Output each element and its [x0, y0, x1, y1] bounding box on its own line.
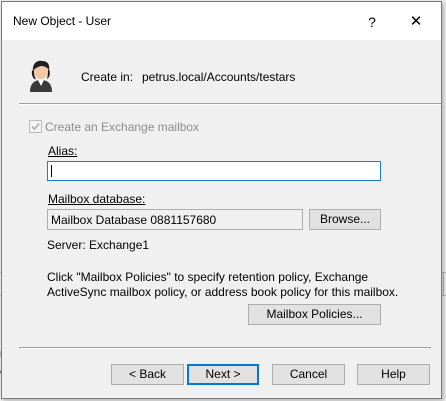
- title-help-button[interactable]: ?: [357, 11, 387, 33]
- checkmark-icon: [31, 123, 40, 131]
- background-divider: [443, 272, 444, 296]
- checkbox-box[interactable]: [29, 120, 42, 133]
- policy-info-line2: ActiveSync mailbox policy, or address bo…: [47, 285, 399, 299]
- cancel-button[interactable]: Cancel: [272, 364, 345, 385]
- next-button[interactable]: Next >: [187, 364, 259, 385]
- checkbox-label: Create an Exchange mailbox: [45, 120, 200, 134]
- window-title: New Object - User: [13, 14, 112, 28]
- title-bar[interactable]: New Object - User ? ✕: [2, 2, 441, 40]
- mailbox-database-label: Mailbox database:: [48, 192, 146, 206]
- alias-input[interactable]: [47, 161, 381, 181]
- header-separator: [19, 103, 441, 105]
- create-exchange-mailbox-checkbox[interactable]: Create an Exchange mailbox: [29, 120, 199, 134]
- back-button[interactable]: < Back: [111, 364, 184, 385]
- policy-info-line1: Click "Mailbox Policies" to specify rete…: [47, 270, 369, 284]
- browse-button[interactable]: Browse...: [309, 209, 381, 230]
- server-text: Server: Exchange1: [47, 238, 150, 252]
- title-close-button[interactable]: ✕: [401, 11, 431, 33]
- help-button[interactable]: Help: [357, 364, 430, 385]
- new-object-user-dialog: New Object - User ? ✕ Create in: petrus.…: [1, 1, 442, 399]
- footer-separator: [19, 347, 431, 349]
- mailbox-database-field: Mailbox Database 0881157680: [47, 209, 303, 230]
- create-in-path: petrus.local/Accounts/testars: [142, 70, 296, 84]
- mailbox-database-value: Mailbox Database 0881157680: [51, 213, 217, 227]
- user-avatar-icon: [26, 58, 56, 92]
- text-caret: [51, 165, 52, 177]
- mailbox-policies-button[interactable]: Mailbox Policies...: [248, 304, 381, 325]
- alias-label: Alias:: [48, 144, 78, 158]
- create-in-label: Create in:: [81, 70, 134, 84]
